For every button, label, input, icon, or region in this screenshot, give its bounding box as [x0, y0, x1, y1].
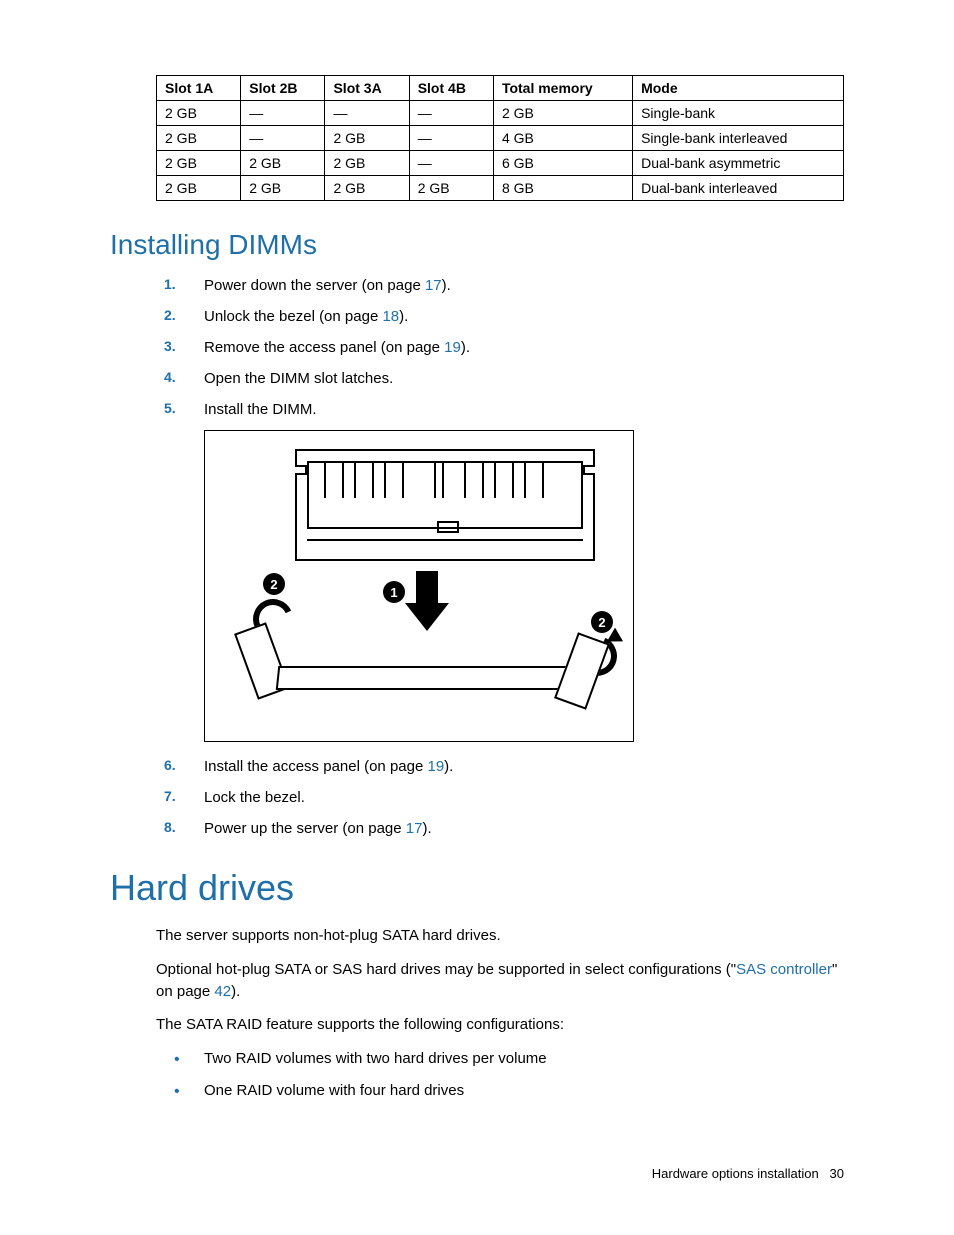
page-footer: Hardware options installation 30 [652, 1166, 844, 1181]
table-header-row: Slot 1A Slot 2B Slot 3A Slot 4B Total me… [157, 76, 844, 101]
dimm-install-figure: 1 2 2 [204, 430, 634, 742]
memory-config-table: Slot 1A Slot 2B Slot 3A Slot 4B Total me… [156, 75, 844, 201]
content-area: Slot 1A Slot 2B Slot 3A Slot 4B Total me… [156, 75, 844, 1102]
page-number: 30 [830, 1166, 844, 1181]
step-2: Unlock the bezel (on page 18). [156, 306, 844, 327]
page-link-19[interactable]: 19 [427, 758, 444, 775]
list-item: One RAID volume with four hard drives [156, 1080, 844, 1102]
page-link-17[interactable]: 17 [406, 820, 423, 837]
dimm-slot-icon [237, 626, 607, 716]
down-arrow-icon [405, 571, 449, 633]
col-slot-2b: Slot 2B [241, 76, 325, 101]
page: Slot 1A Slot 2B Slot 3A Slot 4B Total me… [0, 0, 954, 1235]
col-slot-3a: Slot 3A [325, 76, 409, 101]
col-mode: Mode [633, 76, 844, 101]
page-link-19[interactable]: 19 [444, 339, 461, 356]
page-link-17[interactable]: 17 [425, 277, 442, 294]
col-total-memory: Total memory [493, 76, 632, 101]
list-item: Two RAID volumes with two hard drives pe… [156, 1048, 844, 1070]
table-row: 2 GB—2 GB—4 GBSingle-bank interleaved [157, 126, 844, 151]
step-5: Install the DIMM. [156, 399, 844, 420]
install-steps-list-cont: Install the access panel (on page 19). L… [156, 756, 844, 839]
col-slot-1a: Slot 1A [157, 76, 241, 101]
col-slot-4b: Slot 4B [409, 76, 493, 101]
step-8: Power up the server (on page 17). [156, 818, 844, 839]
heading-hard-drives: Hard drives [110, 867, 844, 909]
install-steps-list: Power down the server (on page 17). Unlo… [156, 275, 844, 420]
table-row: 2 GB2 GB2 GB—6 GBDual-bank asymmetric [157, 151, 844, 176]
step-6: Install the access panel (on page 19). [156, 756, 844, 777]
step-7: Lock the bezel. [156, 787, 844, 808]
table-row: 2 GB———2 GBSingle-bank [157, 101, 844, 126]
page-link-42[interactable]: 42 [214, 983, 231, 1000]
hd-paragraph-1: The server supports non-hot-plug SATA ha… [156, 925, 844, 947]
step-4: Open the DIMM slot latches. [156, 368, 844, 389]
footer-section-title: Hardware options installation [652, 1166, 819, 1181]
page-link-18[interactable]: 18 [382, 308, 399, 325]
callout-1-badge: 1 [383, 581, 405, 603]
step-3: Remove the access panel (on page 19). [156, 337, 844, 358]
dimm-module-icon [295, 449, 595, 561]
table-row: 2 GB2 GB2 GB2 GB8 GBDual-bank interleave… [157, 176, 844, 201]
hd-paragraph-2: Optional hot-plug SATA or SAS hard drive… [156, 959, 844, 1003]
callout-2-badge: 2 [263, 573, 285, 595]
step-1: Power down the server (on page 17). [156, 275, 844, 296]
raid-config-list: Two RAID volumes with two hard drives pe… [156, 1048, 844, 1102]
hd-paragraph-3: The SATA RAID feature supports the follo… [156, 1014, 844, 1036]
sas-controller-link[interactable]: SAS controller [736, 961, 832, 978]
heading-installing-dimms: Installing DIMMs [110, 229, 844, 261]
